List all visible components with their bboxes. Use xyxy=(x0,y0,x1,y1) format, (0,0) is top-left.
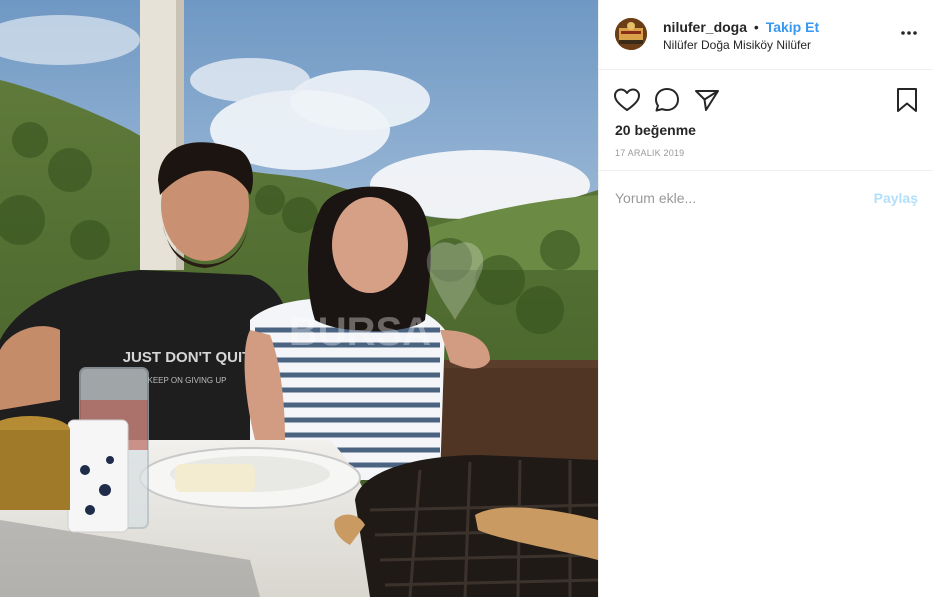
location-link[interactable]: Nilüfer Doğa Misiköy Nilüfer xyxy=(663,38,811,52)
shirt-subtext: KEEP ON GIVING UP xyxy=(148,376,227,385)
avatar-image xyxy=(615,18,647,50)
watermark-text: BURSA xyxy=(289,310,431,354)
post-date[interactable]: 17 ARALIK 2019 xyxy=(615,148,684,158)
comment-icon[interactable] xyxy=(653,86,681,114)
share-comment-button[interactable]: Paylaş xyxy=(874,190,918,206)
action-bar xyxy=(613,86,923,114)
bookmark-icon[interactable] xyxy=(893,86,921,114)
comment-bar: Paylaş xyxy=(599,170,933,226)
paper-plane-icon[interactable] xyxy=(693,86,721,114)
likes-count[interactable]: 20 beğenme xyxy=(615,122,696,138)
more-options-icon[interactable] xyxy=(900,24,918,42)
follow-button[interactable]: Takip Et xyxy=(766,19,819,35)
heart-icon[interactable] xyxy=(613,86,641,114)
comment-input[interactable] xyxy=(615,187,855,209)
post-header: nilufer_doga • Takip Et Nilüfer Doğa Mis… xyxy=(599,0,933,70)
post-side-panel: nilufer_doga • Takip Et Nilüfer Doğa Mis… xyxy=(598,0,933,597)
username-line: nilufer_doga • Takip Et xyxy=(663,19,819,35)
post-photo[interactable]: JUST DON'T QUIT KEEP ON GIVING UP BURSA xyxy=(0,0,598,597)
separator-dot: • xyxy=(753,19,759,35)
username-link[interactable]: nilufer_doga xyxy=(663,19,747,35)
avatar[interactable] xyxy=(615,18,647,50)
post-image: JUST DON'T QUIT KEEP ON GIVING UP BURSA xyxy=(0,0,598,597)
shirt-text: JUST DON'T QUIT xyxy=(123,349,252,366)
